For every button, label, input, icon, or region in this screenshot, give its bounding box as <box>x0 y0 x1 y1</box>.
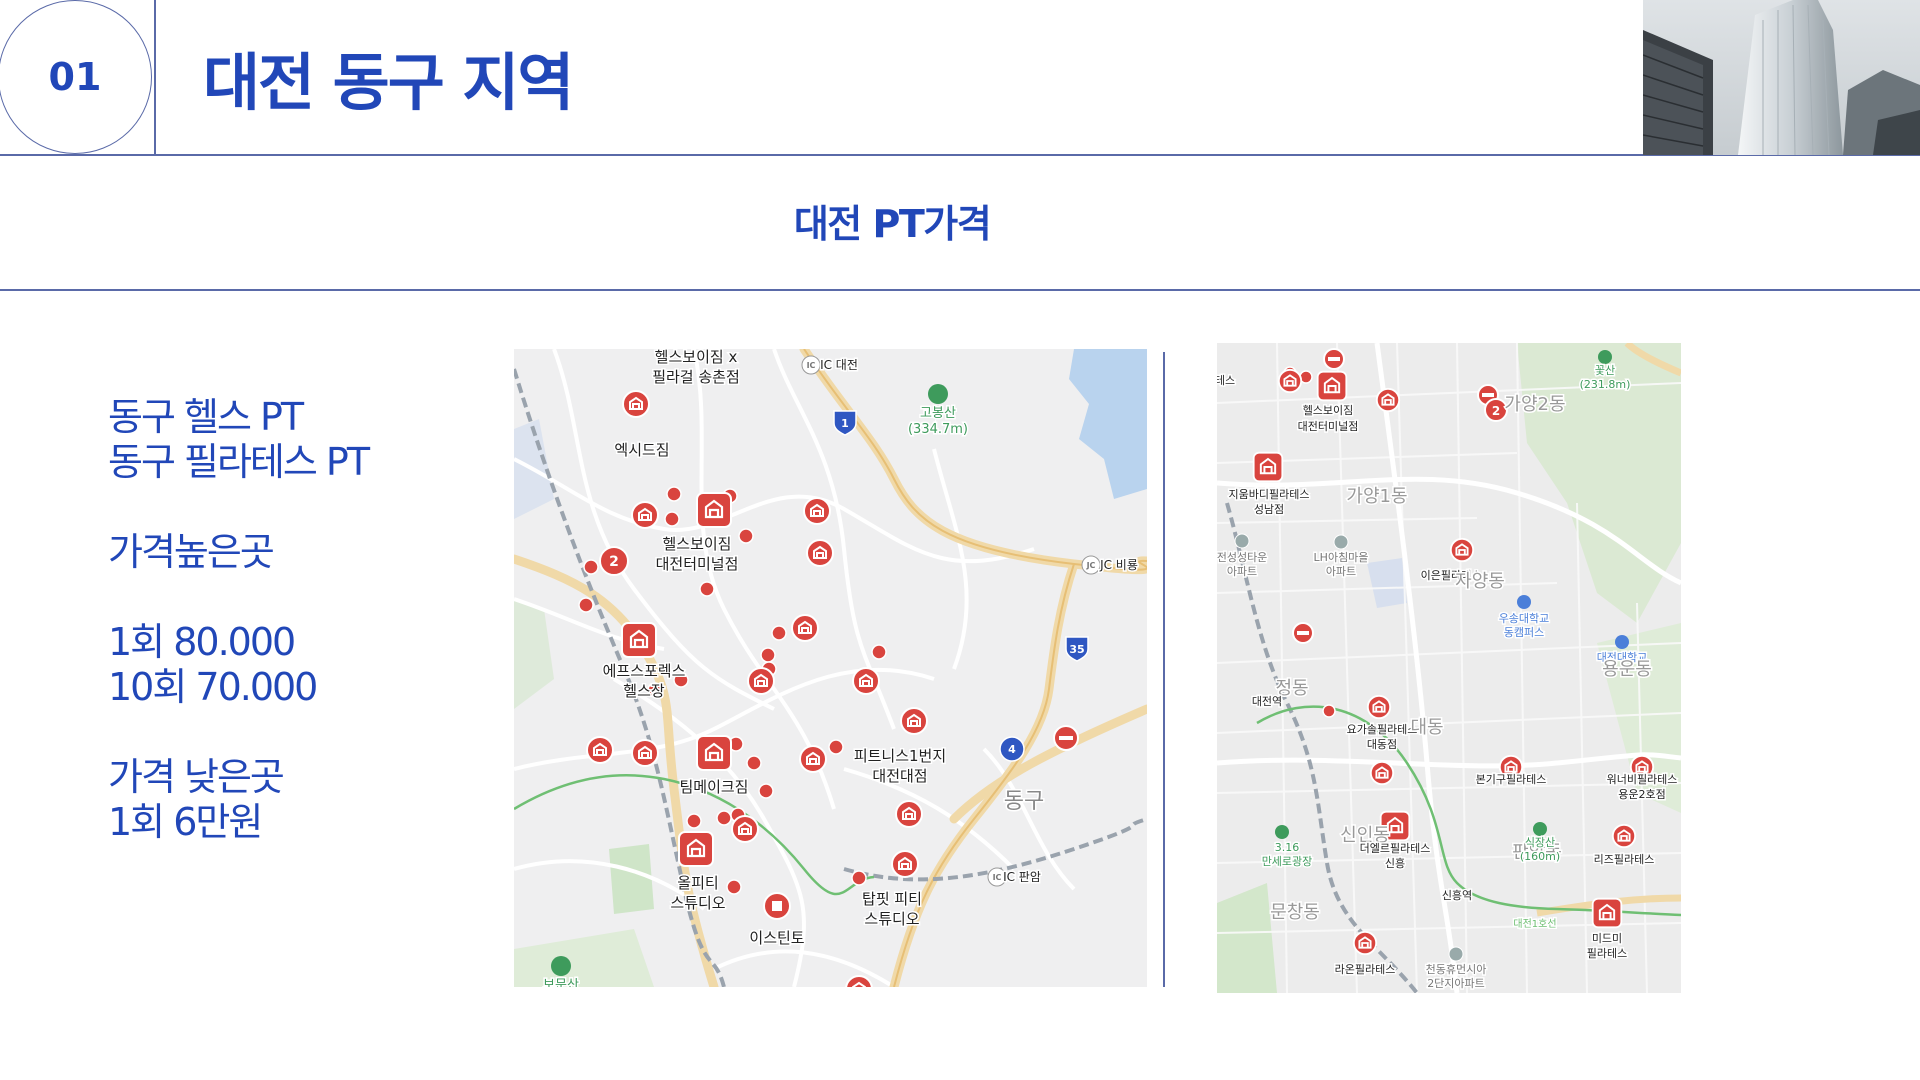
map-label: 에프스포렉스 <box>603 662 686 680</box>
map-label: 만세로광장 <box>1262 855 1313 868</box>
map-dong-gu-gyms: 1 35 4 IC JC IC 2 헬스보이짐 x 필라걸 송촌점 IC 대전 … <box>514 349 1147 987</box>
info-line <box>108 485 368 530</box>
map-label: 대동 <box>1410 717 1443 738</box>
svg-text:IC: IC <box>993 873 1002 882</box>
map-label: IC 대전 <box>820 358 858 372</box>
map-label: 고봉산 <box>920 406 956 421</box>
map-label: 테스 <box>1217 374 1235 387</box>
map-label: LH아침마을 <box>1314 551 1369 564</box>
price-info: 동구 헬스 PT 동구 필라테스 PT 가격높은곳 1회 80.000 10회 … <box>108 395 370 845</box>
map-label: 헬스보이짐 x <box>655 349 738 366</box>
map-label: 더엘르필라테스 <box>1360 842 1431 855</box>
map-label: (334.7m) <box>908 422 968 437</box>
header-divider-vertical <box>154 0 156 155</box>
subtitle-divider <box>0 289 1920 291</box>
map-label: 스튜디오 <box>864 910 919 928</box>
svg-text:IC: IC <box>807 361 816 370</box>
map-label: 전성성타운 <box>1217 551 1267 564</box>
map-label: 본기구필라테스 <box>1476 773 1547 786</box>
map-label: 가양2동 <box>1504 394 1565 415</box>
map-label: 용운2호점 <box>1618 788 1665 801</box>
map-label: 성남점 <box>1254 503 1284 516</box>
map-label: 동캠퍼스 <box>1504 626 1544 639</box>
map-label: 대전역 <box>1252 695 1282 708</box>
map-label: 라온필라테스 <box>1335 963 1396 976</box>
map-label: 지움바디필라테스 <box>1229 488 1310 501</box>
map-label: 식장산 <box>1525 836 1555 849</box>
map-label: 3.16 <box>1275 841 1300 854</box>
map-label: 자양동 <box>1455 571 1505 592</box>
section-subtitle: 대전 PT가격 <box>793 202 992 246</box>
map-label: 보문산 <box>543 978 579 987</box>
svg-text:JC: JC <box>1086 561 1096 570</box>
map-label: 팀메이크짐 <box>679 778 748 796</box>
info-line: 가격높은곳 <box>108 530 275 574</box>
map-label: 천동휴먼시아 <box>1426 962 1487 976</box>
section-number-circle: 01 <box>0 0 152 154</box>
page-title: 대전 동구 지역 <box>203 46 574 119</box>
map-label: 필라걸 송촌점 <box>652 368 740 386</box>
info-line: 동구 헬스 PT <box>108 395 304 439</box>
map-label: 아파트 <box>1326 565 1356 578</box>
map-label: 이스틴토 <box>749 929 804 947</box>
map-label: 대전터미널점 <box>656 555 739 573</box>
info-line: 동구 필라테스 PT <box>108 440 370 484</box>
map-label: 스튜디오 <box>670 894 725 912</box>
maps-divider <box>1163 352 1165 987</box>
route-badge: 4 <box>1008 743 1016 756</box>
map-dong-gu-pilates: 2 테스 헬스보이짐 대전터미널점 가양2동 꽃산 (231.8m) 지움바디필… <box>1217 343 1681 993</box>
cluster-badge: 2 <box>609 554 619 570</box>
map-label: 대전대점 <box>872 767 927 785</box>
map-label: 용운동 <box>1602 659 1652 680</box>
map-label: 동구 <box>1004 789 1044 814</box>
map-label: 헬스보이짐 <box>1303 404 1354 417</box>
map-label: 신흥역 <box>1442 888 1472 902</box>
map-label: 올피티 <box>677 874 718 892</box>
map-label: 대동점 <box>1367 738 1397 751</box>
section-number: 01 <box>48 55 102 99</box>
header-divider-horizontal <box>0 154 1920 156</box>
map-label: 엑시드짐 <box>614 441 669 459</box>
cluster-badge: 2 <box>1492 404 1500 418</box>
info-line <box>108 575 368 620</box>
map-label: 가양1동 <box>1346 486 1407 507</box>
route-badge: 1 <box>841 417 849 430</box>
map-label: 피트니스1번지 <box>854 747 946 765</box>
map-label: 꽃산 <box>1595 364 1615 377</box>
map-label: 요가솔필라테스 <box>1347 723 1418 736</box>
map-label: 아파트 <box>1227 565 1257 578</box>
building-photo <box>1643 0 1920 155</box>
map-label: 미드미 <box>1592 932 1622 945</box>
map-label: (231.8m) <box>1580 378 1631 391</box>
info-line: 1회 80.000 <box>108 620 296 664</box>
route-badge: 35 <box>1069 643 1084 656</box>
map-label: 헬스장 <box>623 682 665 700</box>
map-label: 대전터미널점 <box>1298 420 1359 433</box>
map-label: 리즈필라테스 <box>1594 853 1655 866</box>
map-label: 우송대학교 <box>1499 612 1550 625</box>
map-label: (160m) <box>1520 850 1560 863</box>
map-label: 헬스보이짐 <box>662 535 731 553</box>
map-label: 문창동 <box>1270 902 1320 923</box>
map-label: IC 판암 <box>1003 870 1041 884</box>
info-line: 가격 낮은곳 <box>108 755 285 799</box>
map-label: 신흥 <box>1385 856 1405 870</box>
map-label: 필라테스 <box>1587 947 1627 960</box>
map-label: 탑핏 피티 <box>862 890 922 908</box>
info-line: 1회 6만원 <box>108 800 263 844</box>
map-label: 2단지아파트 <box>1427 977 1485 990</box>
map-label: 워너비필라테스 <box>1607 773 1678 786</box>
info-line <box>108 710 368 755</box>
info-line: 10회 70.000 <box>108 665 318 709</box>
map-label: 대전1호선 <box>1513 918 1556 930</box>
map-label: JC 비룡 <box>1099 558 1138 572</box>
